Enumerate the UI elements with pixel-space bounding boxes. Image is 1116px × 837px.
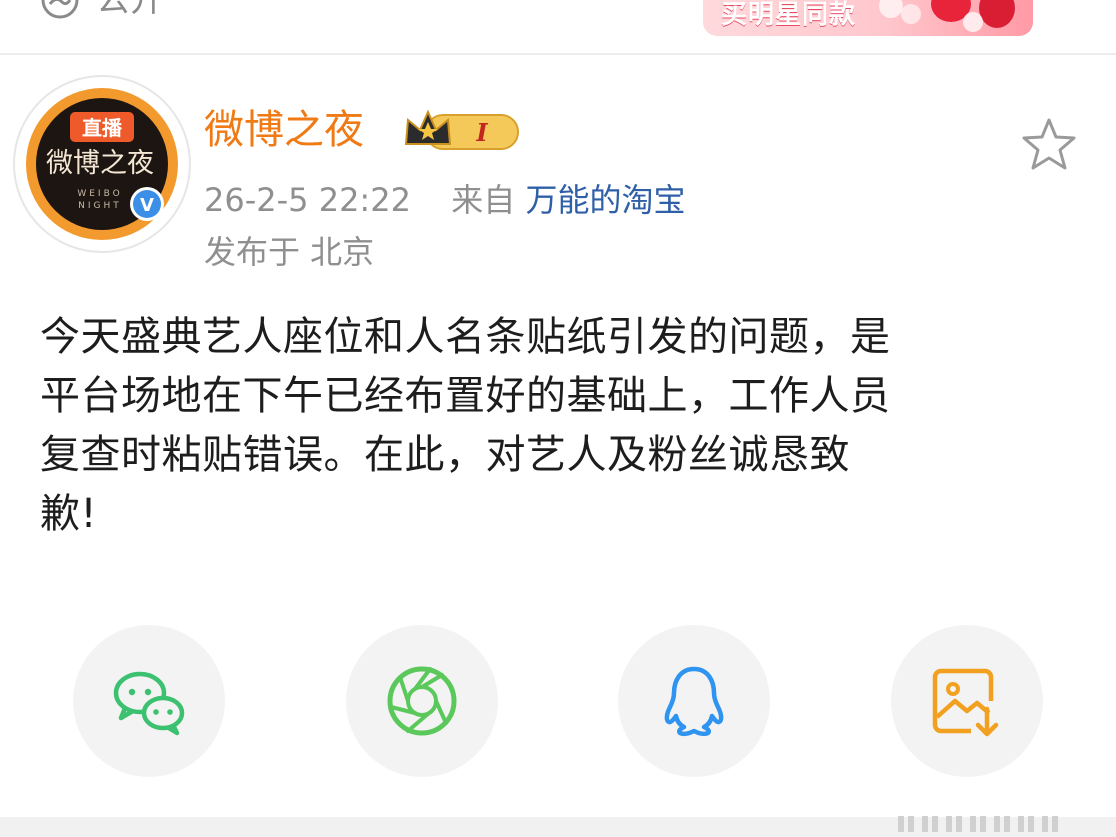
post-body: 今天盛典艺人座位和人名条贴纸引发的问题，是 平台场地在下午已经布置好的基础上，工… <box>40 308 1080 544</box>
avatar-logo-subtext-2: NIGHT <box>78 201 122 211</box>
globe-icon <box>41 0 79 19</box>
share-qq-button[interactable] <box>618 625 770 777</box>
visibility-label[interactable]: 公开 <box>96 0 164 20</box>
vip-level-label: I <box>475 118 488 147</box>
share-moments-button[interactable] <box>346 625 498 777</box>
author-name[interactable]: 微博之夜 <box>204 104 364 156</box>
post-text-line: 今天盛典艺人座位和人名条贴纸引发的问题，是 <box>40 314 891 360</box>
watermark-icon <box>898 816 1058 832</box>
wechat-icon <box>113 671 185 736</box>
author-avatar[interactable]: 微博之夜 WEIBO NIGHT 直播 V <box>12 74 192 254</box>
avatar-logo-text: 微博之夜 <box>46 148 154 179</box>
lantern-decoration-icon <box>879 0 1015 32</box>
post-text-line: 平台场地在下午已经布置好的基础上，工作人员 <box>40 373 891 419</box>
post-meta: 26-2-5 22:22 来自 万能的淘宝 <box>204 178 685 222</box>
live-badge-label: 直播 <box>82 116 123 140</box>
favorite-star-icon[interactable] <box>1020 116 1078 174</box>
vip-level-badge[interactable]: I <box>404 108 524 154</box>
post-text-line: 歉! <box>40 491 98 537</box>
source-app-link[interactable]: 万能的淘宝 <box>525 181 685 219</box>
post-location: 发布于 北京 <box>204 233 375 271</box>
share-wechat-button[interactable] <box>73 625 225 777</box>
save-image-icon <box>932 668 999 737</box>
moments-icon <box>387 666 457 736</box>
source-prefix: 来自 <box>451 181 516 219</box>
promo-banner-text: 买明星同款 <box>721 0 857 30</box>
post-text-line: 复查时粘贴错误。在此，对艺人及粉丝诚恳致 <box>40 432 850 478</box>
promo-banner[interactable]: 买明星同款 <box>703 0 1033 36</box>
top-row: 公开 买明星同款 <box>0 0 1116 53</box>
qq-icon <box>664 666 724 737</box>
top-divider <box>0 53 1116 55</box>
verified-mark: V <box>140 195 154 216</box>
avatar-logo-subtext-1: WEIBO <box>77 189 122 199</box>
post-timestamp: 26-2-5 22:22 <box>204 181 411 219</box>
save-image-button[interactable] <box>891 625 1043 777</box>
